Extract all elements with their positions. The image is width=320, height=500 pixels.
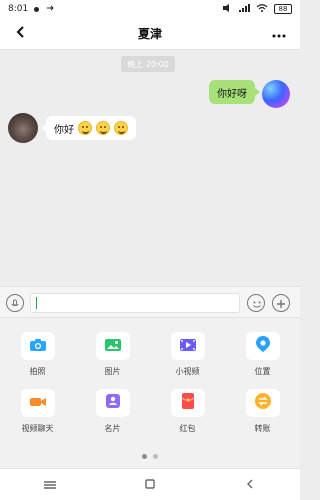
back-triangle-icon — [244, 475, 256, 494]
avatar-contact[interactable] — [8, 113, 38, 143]
tile-location-box[interactable] — [245, 332, 280, 360]
tile-camera-box[interactable] — [20, 332, 55, 360]
tile-contact-card-box[interactable] — [95, 389, 130, 417]
tile-camera-label: 拍照 — [29, 367, 46, 376]
input-bar — [0, 286, 300, 318]
tile-contact-card[interactable]: 名片 — [75, 389, 150, 434]
function-panel: 拍照 图片 小视频 位置 视频聊天 名片 红包 转账 — [0, 318, 300, 468]
tile-transfer[interactable]: 转账 — [225, 389, 300, 434]
emoji-icon — [248, 298, 266, 317]
tile-image-box[interactable] — [95, 332, 130, 360]
microphone-icon — [10, 294, 20, 313]
tile-video-call-label: 视频聊天 — [21, 424, 54, 433]
tile-transfer-label: 转账 — [254, 424, 271, 433]
tile-video-box[interactable] — [170, 332, 205, 360]
image-icon — [104, 337, 122, 356]
tile-video-call-box[interactable] — [20, 389, 55, 417]
nav-home-button[interactable] — [138, 475, 162, 495]
smile-emoji-icon — [114, 121, 128, 135]
message-right[interactable]: 你好呀 — [209, 80, 260, 104]
signal-icon — [238, 3, 250, 16]
contact-card-icon — [105, 393, 121, 413]
menu-icon — [43, 475, 57, 494]
wifi-icon — [256, 3, 268, 16]
tile-image[interactable]: 图片 — [75, 332, 150, 377]
tile-video-call[interactable]: 视频聊天 — [0, 389, 75, 434]
smile-emoji-icon — [96, 121, 110, 135]
time-badge: 晚上 20:00 — [121, 56, 175, 72]
message-input[interactable] — [30, 293, 240, 313]
page-dot — [153, 454, 158, 459]
plus-icon — [276, 294, 286, 313]
battery-icon: 88 — [274, 4, 292, 14]
text-caret — [36, 297, 37, 309]
message-left-text: 你好 — [54, 124, 74, 136]
chat-area: 晚上 20:00 你好呀 你好 — [0, 50, 300, 286]
camera-icon — [29, 337, 47, 356]
more-icon — [271, 24, 287, 43]
status-time: 8:01 — [8, 4, 29, 14]
tile-image-label: 图片 — [104, 367, 121, 376]
status-bar: 8:01 88 — [0, 0, 300, 18]
tile-contact-card-label: 名片 — [104, 424, 121, 433]
video-icon — [179, 337, 197, 356]
nav-back-button[interactable] — [238, 475, 262, 495]
tile-video-label: 小视频 — [175, 367, 200, 376]
tile-location-label: 位置 — [254, 367, 271, 376]
tile-red-packet[interactable]: 红包 — [150, 389, 225, 434]
voice-button[interactable] — [6, 294, 24, 312]
chat-title: 夏津 — [137, 27, 162, 41]
transfer-icon — [254, 392, 272, 414]
avatar-self[interactable] — [262, 80, 290, 108]
message-left[interactable]: 你好 — [41, 116, 136, 140]
mute-icon — [222, 3, 232, 16]
status-left: 8:01 — [8, 3, 55, 16]
page-indicator — [0, 454, 300, 459]
notification-dot-icon — [34, 6, 40, 12]
video-call-icon — [29, 394, 47, 413]
notification-arrow-icon — [45, 3, 55, 16]
chat-header: 夏津 — [0, 18, 300, 50]
red-packet-icon — [181, 392, 195, 414]
smile-emoji-icon — [78, 121, 92, 135]
location-icon — [255, 335, 271, 357]
back-button[interactable] — [10, 22, 32, 44]
nav-menu-button[interactable] — [38, 475, 62, 495]
emoji-button[interactable] — [247, 294, 265, 312]
tile-camera[interactable]: 拍照 — [0, 332, 75, 377]
tile-video[interactable]: 小视频 — [150, 332, 225, 377]
tile-transfer-box[interactable] — [245, 389, 280, 417]
more-button[interactable] — [268, 22, 290, 44]
plus-button[interactable] — [272, 294, 290, 312]
tile-red-packet-label: 红包 — [179, 424, 196, 433]
tile-location[interactable]: 位置 — [225, 332, 300, 377]
back-arrow-icon — [14, 24, 28, 43]
battery-level: 88 — [278, 5, 288, 13]
tile-red-packet-box[interactable] — [170, 389, 205, 417]
message-right-text: 你好呀 — [217, 88, 247, 100]
page-dot-active — [142, 454, 147, 459]
home-square-icon — [144, 475, 156, 494]
function-grid: 拍照 图片 小视频 位置 视频聊天 名片 红包 转账 — [0, 332, 300, 434]
status-right: 88 — [222, 3, 292, 16]
system-nav-bar — [0, 468, 300, 500]
